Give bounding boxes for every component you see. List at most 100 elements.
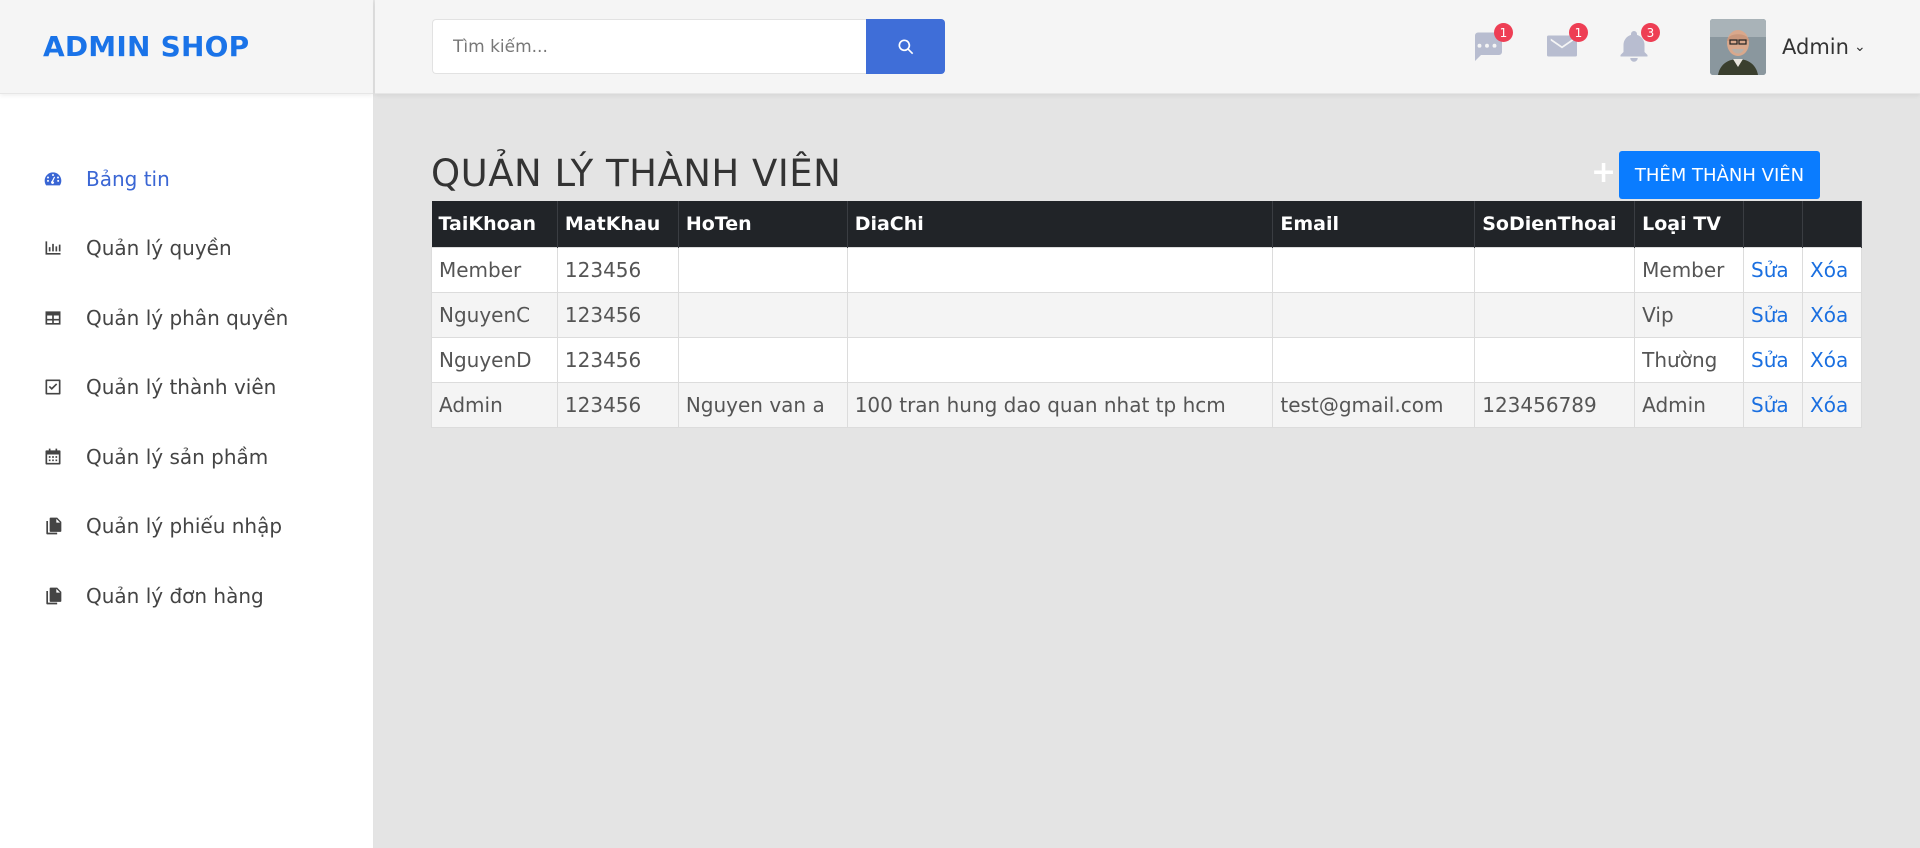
search-bar [432, 19, 945, 74]
table-header-row: TaiKhoan MatKhau HoTen DiaChi Email SoDi… [431, 201, 1862, 247]
delete-cell: Xóa [1802, 291, 1862, 338]
page-title: QUẢN LÝ THÀNH VIÊN [431, 152, 842, 195]
cell-phone [1474, 336, 1636, 383]
cell-fullname: Nguyen van a [677, 381, 848, 428]
table-row: Admin 123456 Nguyen van a 100 tran hung … [431, 381, 1862, 428]
cell-password: 123456 [556, 336, 679, 383]
brand-logo[interactable]: ADMIN SHOP [0, 0, 373, 94]
table-icon [42, 307, 64, 329]
table-row: NguyenC 123456 Vip Sửa Xóa [431, 291, 1862, 338]
column-header[interactable]: SoDienThoai [1474, 201, 1636, 247]
sidebar-item-label: Quản lý phiếu nhập [86, 514, 283, 539]
delete-cell: Xóa [1802, 246, 1862, 293]
sidebar-item-label: Quản lý sản phầm [86, 444, 269, 469]
brand-name[interactable]: ADMIN SHOP [43, 30, 249, 63]
mail-button[interactable]: 1 [1544, 23, 1588, 64]
plus-icon: + [1591, 155, 1617, 190]
cell-fullname [677, 246, 848, 293]
sidebar-item-label: Quản lý thành viên [86, 375, 277, 400]
column-header[interactable]: Loại TV [1634, 201, 1745, 247]
delete-link[interactable]: Xóa [1810, 258, 1848, 282]
cell-phone: 123456789 [1474, 381, 1636, 428]
delete-link[interactable]: Xóa [1810, 393, 1848, 417]
sidebar-item-products[interactable]: Quản lý sản phầm [0, 422, 373, 492]
sidebar-item-import-receipts[interactable]: Quản lý phiếu nhập [0, 492, 373, 562]
table-row: NguyenD 123456 Thường Sửa Xóa [431, 336, 1862, 383]
add-member-button[interactable]: THÊM THÀNH VIÊN [1619, 151, 1820, 199]
sidebar-item-orders[interactable]: Quản lý đơn hàng [0, 561, 373, 631]
cell-address: 100 tran hung dao quan nhat tp hcm [846, 381, 1274, 428]
edit-link[interactable]: Sửa [1751, 393, 1789, 417]
sidebar: ADMIN SHOP Bảng tin Quản lý quyền Quản l… [0, 0, 374, 848]
copy-icon [42, 515, 64, 537]
table-row: Member 123456 Member Sửa Xóa [431, 246, 1862, 293]
column-header [1802, 201, 1862, 247]
delete-link[interactable]: Xóa [1810, 348, 1848, 372]
cell-member-type: Vip [1634, 291, 1745, 338]
cell-fullname [677, 336, 848, 383]
cell-email: test@gmail.com [1272, 381, 1476, 428]
column-header[interactable]: HoTen [678, 201, 848, 247]
sidebar-item-permissions[interactable]: Quản lý quyền [0, 214, 373, 284]
cell-address [846, 336, 1274, 383]
edit-link[interactable]: Sửa [1751, 303, 1789, 327]
column-header [1743, 201, 1803, 247]
cell-account: NguyenD [431, 336, 558, 383]
cell-account: Member [431, 246, 558, 293]
sidebar-item-label: Quản lý đơn hàng [86, 583, 264, 608]
cell-member-type: Thường [1634, 336, 1745, 383]
chevron-down-icon: ⌄ [1853, 39, 1866, 55]
cell-account: NguyenC [431, 291, 558, 338]
edit-cell: Sửa [1743, 246, 1803, 293]
edit-cell: Sửa [1743, 381, 1803, 428]
avatar[interactable] [1710, 19, 1766, 75]
search-icon [898, 39, 913, 54]
user-menu[interactable]: Admin ⌄ [1710, 19, 1866, 75]
column-header[interactable]: MatKhau [557, 201, 679, 247]
topbar: 1 1 3 Admin ⌄ [375, 0, 1920, 94]
messages-button[interactable]: 1 [1469, 23, 1513, 64]
cell-fullname [677, 291, 848, 338]
search-input[interactable] [432, 19, 866, 74]
column-header[interactable]: Email [1272, 201, 1476, 247]
delete-cell: Xóa [1802, 381, 1862, 428]
delete-link[interactable]: Xóa [1810, 303, 1848, 327]
cell-password: 123456 [556, 246, 679, 293]
cell-email [1272, 291, 1476, 338]
messages-badge: 1 [1494, 23, 1513, 42]
sidebar-item-label: Quản lý phân quyền [86, 305, 289, 330]
edit-link[interactable]: Sửa [1751, 348, 1789, 372]
check-square-icon [42, 376, 64, 398]
cell-email [1272, 336, 1476, 383]
search-button[interactable] [866, 19, 945, 74]
sidebar-item-role-assignment[interactable]: Quản lý phân quyền [0, 283, 373, 353]
sidebar-item-members[interactable]: Quản lý thành viên [0, 353, 373, 423]
cell-email [1272, 246, 1476, 293]
cell-address [846, 246, 1274, 293]
members-table: TaiKhoan MatKhau HoTen DiaChi Email SoDi… [431, 201, 1862, 428]
dashboard-icon [42, 168, 64, 190]
edit-cell: Sửa [1743, 291, 1803, 338]
sidebar-item-dashboard[interactable]: Bảng tin [0, 144, 373, 214]
cell-password: 123456 [556, 381, 679, 428]
sidebar-item-label: Quản lý quyền [86, 236, 232, 261]
cell-phone [1474, 246, 1636, 293]
column-header[interactable]: DiaChi [847, 201, 1274, 247]
edit-link[interactable]: Sửa [1751, 258, 1789, 282]
column-header[interactable]: TaiKhoan [431, 201, 558, 247]
cell-member-type: Member [1634, 246, 1745, 293]
edit-cell: Sửa [1743, 336, 1803, 383]
cell-password: 123456 [556, 291, 679, 338]
user-name: Admin [1782, 35, 1849, 59]
sidebar-item-label: Bảng tin [86, 166, 170, 191]
notifications-button[interactable]: 3 [1616, 23, 1660, 64]
cell-account: Admin [431, 381, 558, 428]
cell-address [846, 291, 1274, 338]
calendar-icon [42, 446, 64, 468]
delete-cell: Xóa [1802, 336, 1862, 383]
bar-chart-icon [42, 237, 64, 259]
cell-member-type: Admin [1634, 381, 1745, 428]
sidebar-nav: Bảng tin Quản lý quyền Quản lý phân quyề… [0, 144, 373, 631]
mail-badge: 1 [1569, 23, 1588, 42]
copy-icon [42, 585, 64, 607]
